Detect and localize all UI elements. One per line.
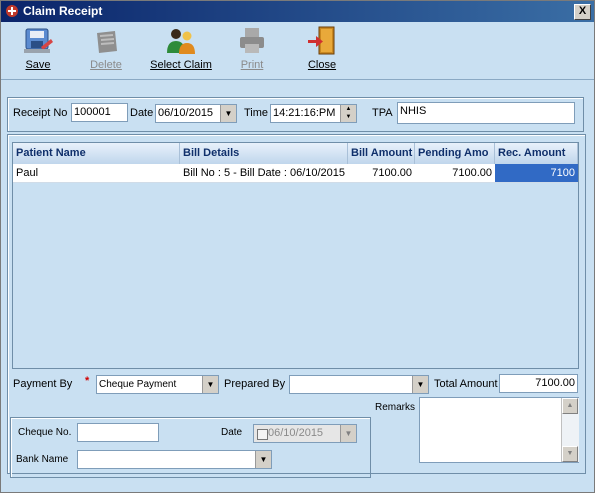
- close-door-icon: [308, 26, 335, 55]
- cheque-no-label: Cheque No.: [18, 427, 72, 438]
- claim-receipt-window: Claim Receipt X Save Delete Select Claim…: [0, 0, 595, 493]
- time-spinner[interactable]: ▲ ▼: [340, 105, 356, 122]
- tpa-field[interactable]: NHIS: [397, 102, 575, 124]
- save-icon: [24, 28, 53, 53]
- tpa-label: TPA: [372, 107, 393, 119]
- column-header-patient-name[interactable]: Patient Name: [13, 143, 180, 164]
- close-label: Close: [307, 59, 337, 71]
- scroll-up-icon[interactable]: ▲: [562, 398, 578, 414]
- cell-pending-amount[interactable]: 7100.00: [415, 164, 495, 182]
- delete-icon: [97, 31, 117, 53]
- claim-app-icon: [6, 5, 18, 17]
- payment-by-select[interactable]: Cheque Payment ▼: [96, 375, 219, 394]
- payment-by-label: Payment By: [13, 378, 73, 390]
- table-header: Patient Name Bill Details Bill Amount Pe…: [13, 143, 578, 165]
- scroll-down-icon[interactable]: ▼: [562, 446, 578, 462]
- cheque-no-field[interactable]: [77, 423, 159, 442]
- cell-bill-details[interactable]: Bill No : 5 - Bill Date : 06/10/2015: [180, 164, 348, 182]
- close-button[interactable]: Close: [299, 25, 345, 77]
- receipt-date-value: 06/10/2015: [158, 107, 214, 119]
- total-amount-label: Total Amount: [434, 378, 498, 390]
- table-row[interactable]: Paul Bill No : 5 - Bill Date : 06/10/201…: [13, 164, 578, 183]
- spin-down-icon[interactable]: ▼: [341, 113, 356, 121]
- window-close-button[interactable]: X: [574, 4, 591, 20]
- chevron-down-icon[interactable]: ▼: [202, 376, 218, 393]
- payment-by-value: Cheque Payment: [99, 379, 177, 390]
- cheque-date-picker[interactable]: 06/10/2015 ▼: [253, 424, 357, 443]
- bank-name-label: Bank Name: [16, 454, 69, 465]
- prepared-by-label: Prepared By: [224, 378, 286, 390]
- title-bar: Claim Receipt X: [1, 1, 594, 22]
- cell-bill-amount[interactable]: 7100.00: [348, 164, 415, 182]
- cheque-date-value: 06/10/2015: [268, 427, 324, 439]
- total-amount-field[interactable]: 7100.00: [499, 374, 578, 393]
- select-claim-icon: [167, 29, 195, 54]
- required-marker: *: [85, 375, 90, 387]
- claims-table: Patient Name Bill Details Bill Amount Pe…: [12, 142, 579, 369]
- cheque-date-checkbox[interactable]: [257, 429, 268, 440]
- toolbar: Save Delete Select Claim Print Close: [1, 22, 594, 80]
- remarks-scrollbar[interactable]: ▲ ▼: [561, 398, 579, 462]
- cell-patient-name[interactable]: Paul: [13, 164, 180, 182]
- delete-button[interactable]: Delete: [83, 25, 129, 77]
- cheque-date-label: Date: [221, 427, 243, 438]
- delete-label: Delete: [90, 59, 122, 71]
- receipt-date-picker[interactable]: 06/10/2015 ▼: [155, 104, 237, 123]
- print-label: Print: [240, 59, 264, 71]
- time-picker[interactable]: 14:21:16:PM ▲ ▼: [270, 104, 357, 123]
- chevron-down-icon[interactable]: ▼: [220, 105, 236, 122]
- remarks-textarea[interactable]: [419, 397, 579, 463]
- chevron-down-icon[interactable]: ▼: [340, 425, 356, 442]
- receipt-no-label: Receipt No: [13, 107, 68, 119]
- prepared-by-select[interactable]: ▼: [289, 375, 429, 394]
- column-header-rec-amount[interactable]: Rec. Amount: [495, 143, 578, 164]
- select-claim-label: Select Claim: [150, 59, 212, 71]
- column-header-bill-amount[interactable]: Bill Amount: [348, 143, 415, 164]
- time-value: 14:21:16:PM: [273, 107, 336, 119]
- select-claim-button[interactable]: Select Claim: [147, 25, 215, 77]
- receipt-no-field[interactable]: 100001: [71, 103, 128, 122]
- date-label: Date: [130, 107, 154, 119]
- column-header-bill-details[interactable]: Bill Details: [180, 143, 348, 164]
- window-title: Claim Receipt: [23, 4, 103, 18]
- print-button[interactable]: Print: [229, 25, 275, 77]
- column-header-pending-amount[interactable]: Pending Amo: [415, 143, 495, 164]
- bank-name-select[interactable]: ▼: [77, 450, 272, 469]
- remarks-label: Remarks: [375, 402, 416, 413]
- print-icon: [240, 28, 264, 53]
- spin-up-icon[interactable]: ▲: [341, 105, 356, 113]
- time-label: Time: [244, 107, 269, 119]
- chevron-down-icon[interactable]: ▼: [412, 376, 428, 393]
- save-button[interactable]: Save: [15, 25, 61, 77]
- chevron-down-icon[interactable]: ▼: [255, 451, 271, 468]
- save-label: Save: [25, 59, 51, 71]
- cell-rec-amount[interactable]: 7100: [495, 164, 578, 182]
